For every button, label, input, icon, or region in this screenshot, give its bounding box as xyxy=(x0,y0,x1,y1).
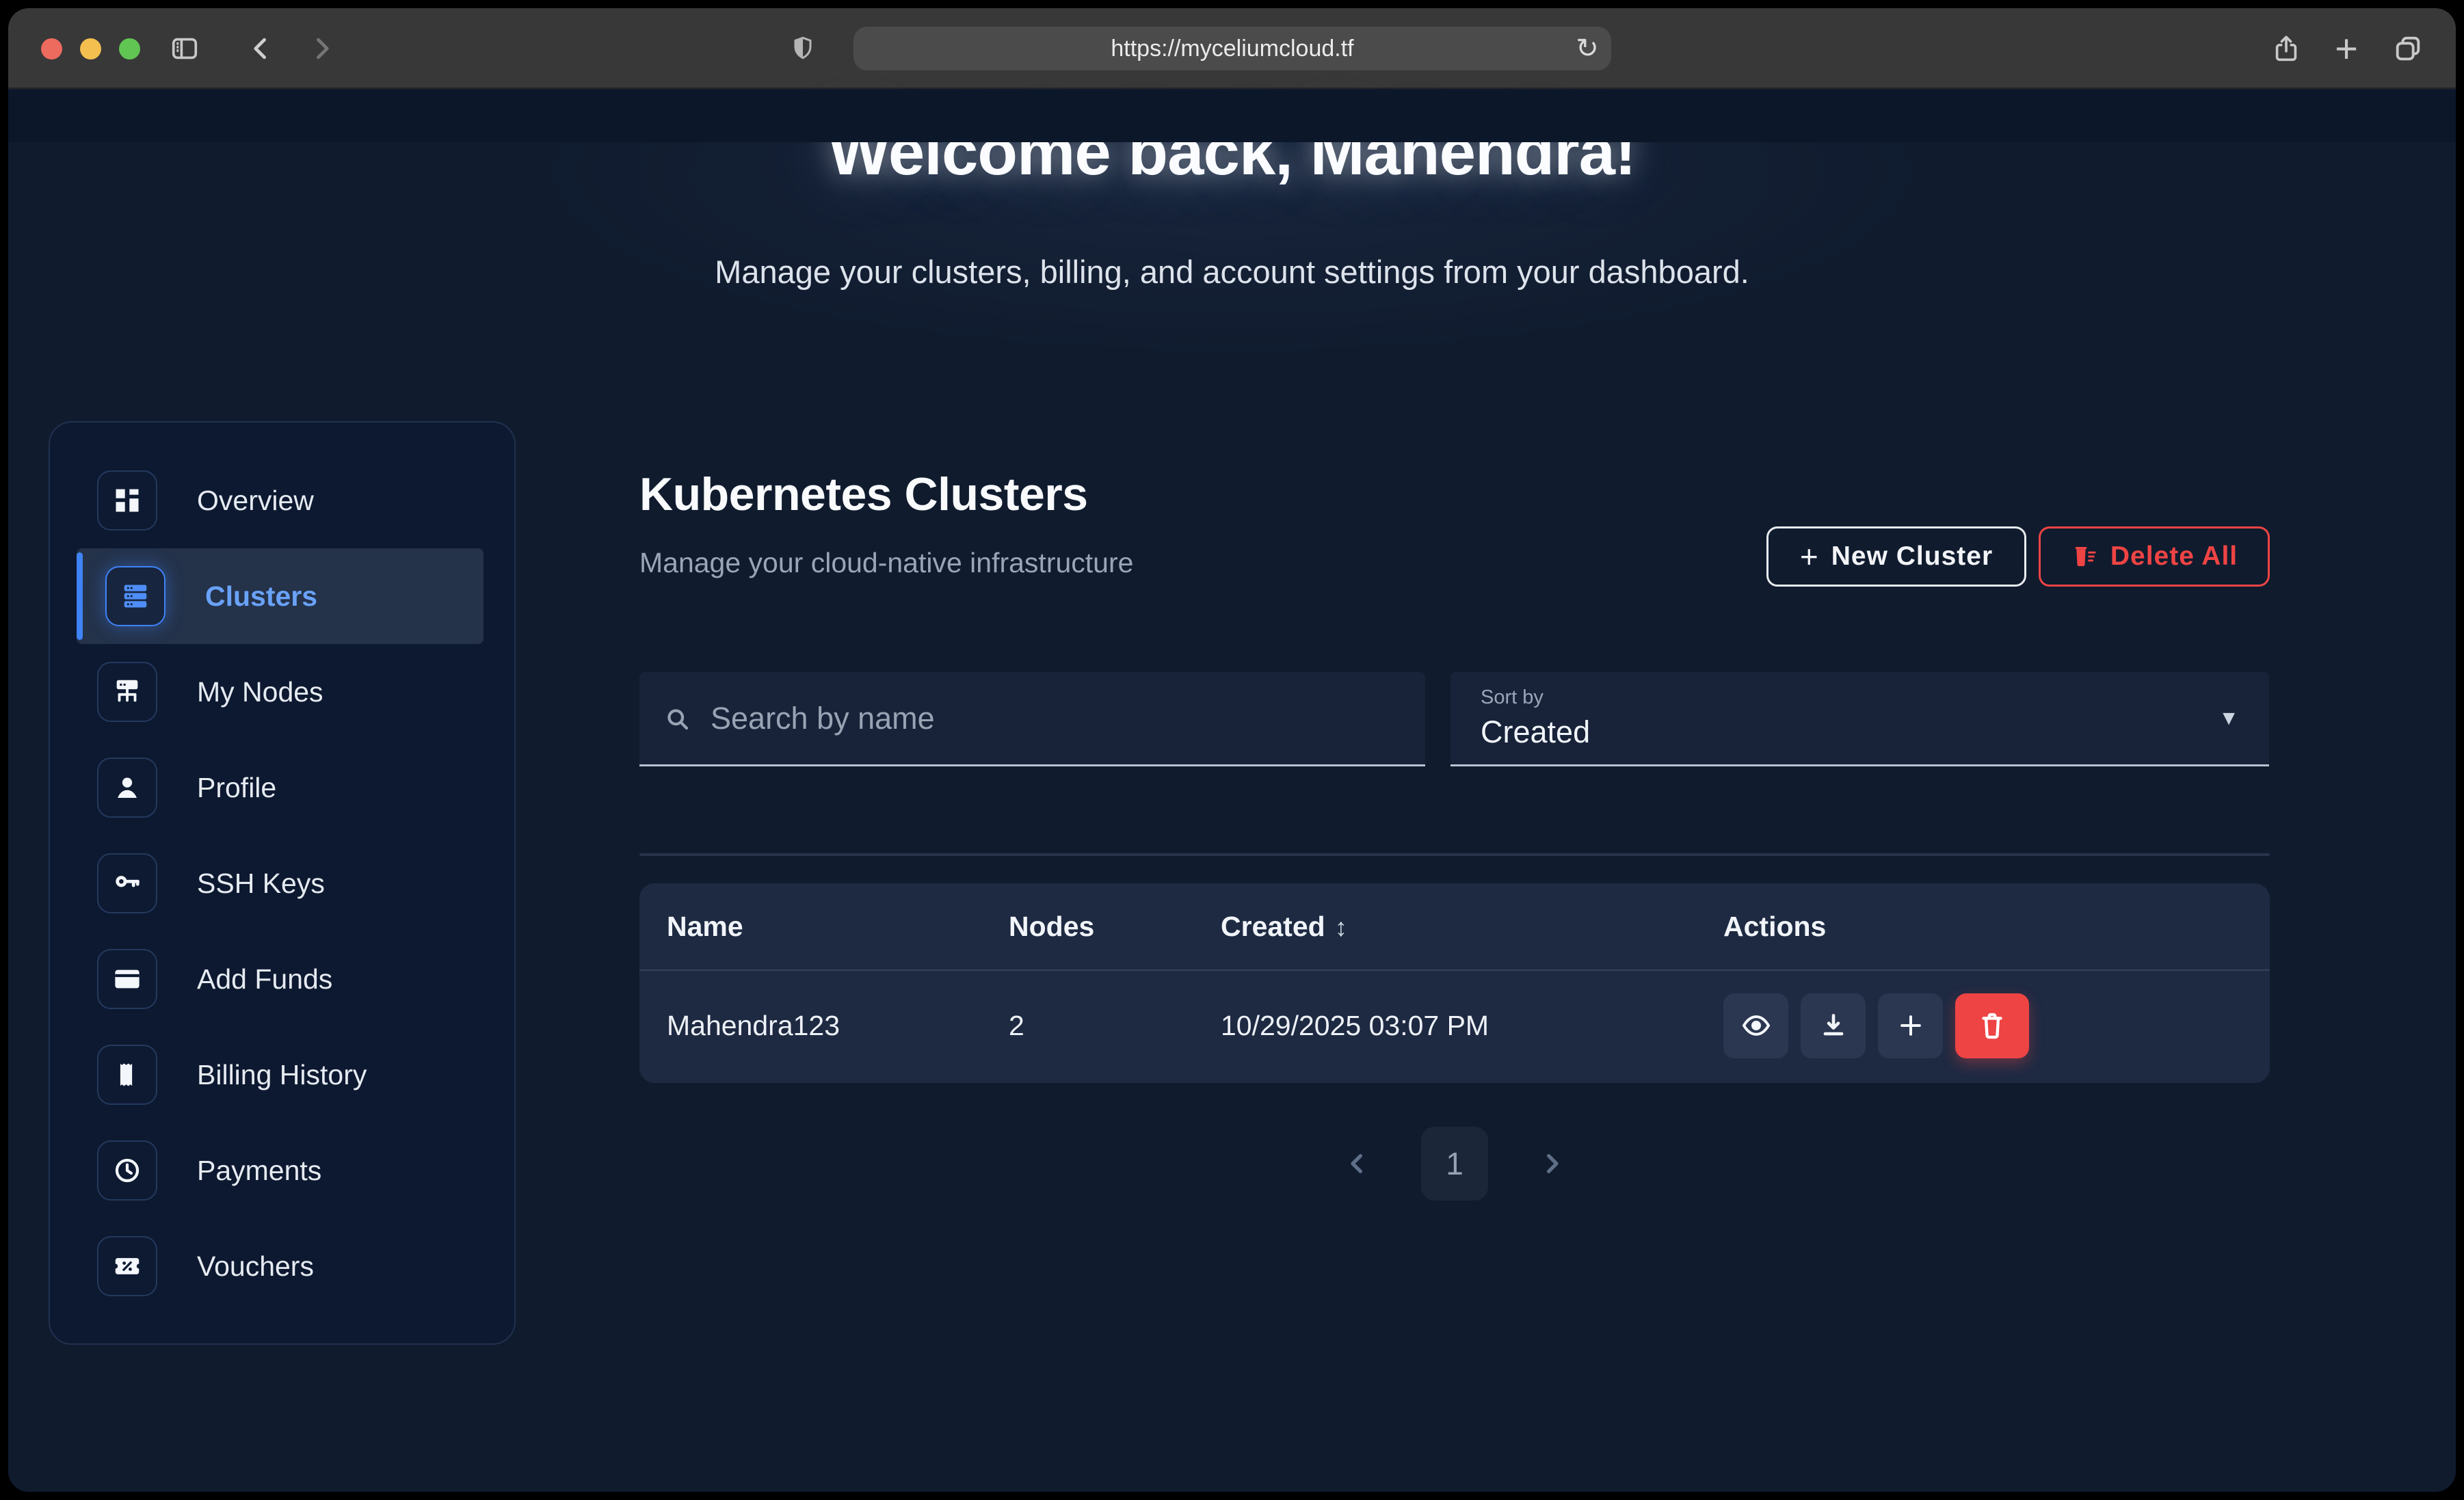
close-window-button[interactable] xyxy=(41,38,62,59)
sidebar-item-my-nodes[interactable]: My Nodes xyxy=(77,644,483,740)
user-icon xyxy=(97,758,157,818)
share-icon[interactable] xyxy=(2259,8,2314,89)
search-icon xyxy=(663,704,691,733)
add-node-button[interactable] xyxy=(1878,993,1943,1058)
forward-button[interactable] xyxy=(294,8,349,89)
cell-cluster-name: Mahendra123 xyxy=(667,1010,1009,1042)
browser-window: https://myceliumcloud.tf ↻ + Welcome bac… xyxy=(8,8,2456,1492)
sidebar-item-label: My Nodes xyxy=(197,676,323,708)
eye-icon xyxy=(1740,1010,1772,1041)
new-tab-button[interactable]: + xyxy=(2319,8,2374,89)
sort-updown-icon: ↕ xyxy=(1335,913,1348,941)
ticket-icon xyxy=(97,1236,157,1296)
column-header-created[interactable]: Created↕ xyxy=(1221,911,1723,943)
delete-all-button[interactable]: Delete All xyxy=(2039,526,2270,587)
sidebar-item-label: Vouchers xyxy=(197,1250,314,1283)
sidebar-toggle-icon[interactable] xyxy=(157,8,212,89)
nodes-icon xyxy=(97,662,157,722)
page-subtitle: Manage your cloud-native infrastructure xyxy=(639,547,1133,579)
sidebar-item-clusters[interactable]: Clusters xyxy=(77,548,483,644)
sidebar-item-payments[interactable]: Payments xyxy=(77,1123,483,1218)
traffic-lights xyxy=(41,38,140,59)
search-input[interactable] xyxy=(711,701,1402,736)
server-stack-icon xyxy=(105,566,165,626)
sidebar-item-add-funds[interactable]: Add Funds xyxy=(77,931,483,1027)
next-page-button[interactable] xyxy=(1537,1149,1566,1178)
sidebar-item-label: Add Funds xyxy=(197,963,332,995)
cell-node-count: 2 xyxy=(1009,1010,1221,1042)
receipt-icon xyxy=(97,1045,157,1105)
row-actions xyxy=(1723,993,2242,1058)
cell-created-date: 10/29/2025 03:07 PM xyxy=(1221,1010,1723,1042)
pagination: 1 xyxy=(639,1127,2270,1201)
view-cluster-button[interactable] xyxy=(1723,993,1788,1058)
sidebar-item-label: Payments xyxy=(197,1155,321,1187)
download-icon xyxy=(1818,1010,1849,1041)
caret-down-icon: ▼ xyxy=(2218,707,2239,730)
plus-icon: + xyxy=(1800,538,1819,575)
sidebar-item-label: Clusters xyxy=(205,580,317,613)
sidebar-nav: Overview Clusters xyxy=(49,421,516,1345)
column-header-actions: Actions xyxy=(1723,911,2242,943)
sort-select[interactable]: Sort by Created ▼ xyxy=(1450,672,2269,766)
credit-card-icon xyxy=(97,949,157,1009)
tab-overview-icon[interactable] xyxy=(2381,8,2435,89)
new-cluster-button[interactable]: + New Cluster xyxy=(1766,526,2026,587)
url-bar[interactable]: https://myceliumcloud.tf ↻ xyxy=(853,27,1611,70)
plus-icon xyxy=(1896,1010,1926,1041)
column-header-name: Name xyxy=(667,911,1009,943)
sidebar-item-label: Overview xyxy=(197,485,314,517)
sidebar-item-profile[interactable]: Profile xyxy=(77,740,483,835)
sidebar-item-ssh-keys[interactable]: SSH Keys xyxy=(77,835,483,931)
delete-cluster-button[interactable] xyxy=(1955,993,2029,1058)
sidebar-item-label: Profile xyxy=(197,772,276,804)
zoom-window-button[interactable] xyxy=(119,38,140,59)
sidebar-item-label: SSH Keys xyxy=(197,868,325,900)
trash-icon xyxy=(1976,1010,2008,1041)
sidebar-item-overview[interactable]: Overview xyxy=(77,453,483,548)
page-number[interactable]: 1 xyxy=(1421,1127,1488,1201)
clock-icon xyxy=(97,1140,157,1201)
sidebar-item-billing-history[interactable]: Billing History xyxy=(77,1027,483,1123)
download-kubeconfig-button[interactable] xyxy=(1801,993,1866,1058)
url-text: https://myceliumcloud.tf xyxy=(853,36,1563,62)
page-top-band xyxy=(8,90,2456,142)
previous-page-button[interactable] xyxy=(1343,1149,1372,1178)
chevron-right-icon xyxy=(1537,1149,1566,1178)
section-divider xyxy=(639,853,2270,856)
table-header-row: Name Nodes Created↕ Actions xyxy=(639,883,2270,971)
page-title: Kubernetes Clusters xyxy=(639,468,1088,521)
column-header-nodes: Nodes xyxy=(1009,911,1221,943)
search-field xyxy=(639,672,1425,766)
key-icon xyxy=(97,853,157,913)
welcome-subtitle: Manage your clusters, billing, and accou… xyxy=(8,253,2456,291)
sidebar-item-label: Billing History xyxy=(197,1059,367,1091)
grid-icon xyxy=(97,470,157,531)
back-button[interactable] xyxy=(234,8,289,89)
dashboard-page: Welcome back, Mahendra! Manage your clus… xyxy=(8,90,2456,1492)
minimize-window-button[interactable] xyxy=(80,38,101,59)
table-row: Mahendra123 2 10/29/2025 03:07 PM xyxy=(639,971,2270,1080)
plus-icon: + xyxy=(2335,26,2358,72)
chevron-left-icon xyxy=(1343,1149,1372,1178)
browser-chrome: https://myceliumcloud.tf ↻ + xyxy=(8,8,2456,89)
clusters-table: Name Nodes Created↕ Actions Mahendra123 … xyxy=(639,883,2270,1083)
sort-value: Created xyxy=(1481,714,2218,750)
privacy-shield-icon[interactable] xyxy=(776,8,830,89)
sort-label: Sort by xyxy=(1481,686,2218,709)
sidebar-item-vouchers[interactable]: Vouchers xyxy=(77,1218,483,1314)
reload-icon[interactable]: ↻ xyxy=(1563,33,1611,64)
